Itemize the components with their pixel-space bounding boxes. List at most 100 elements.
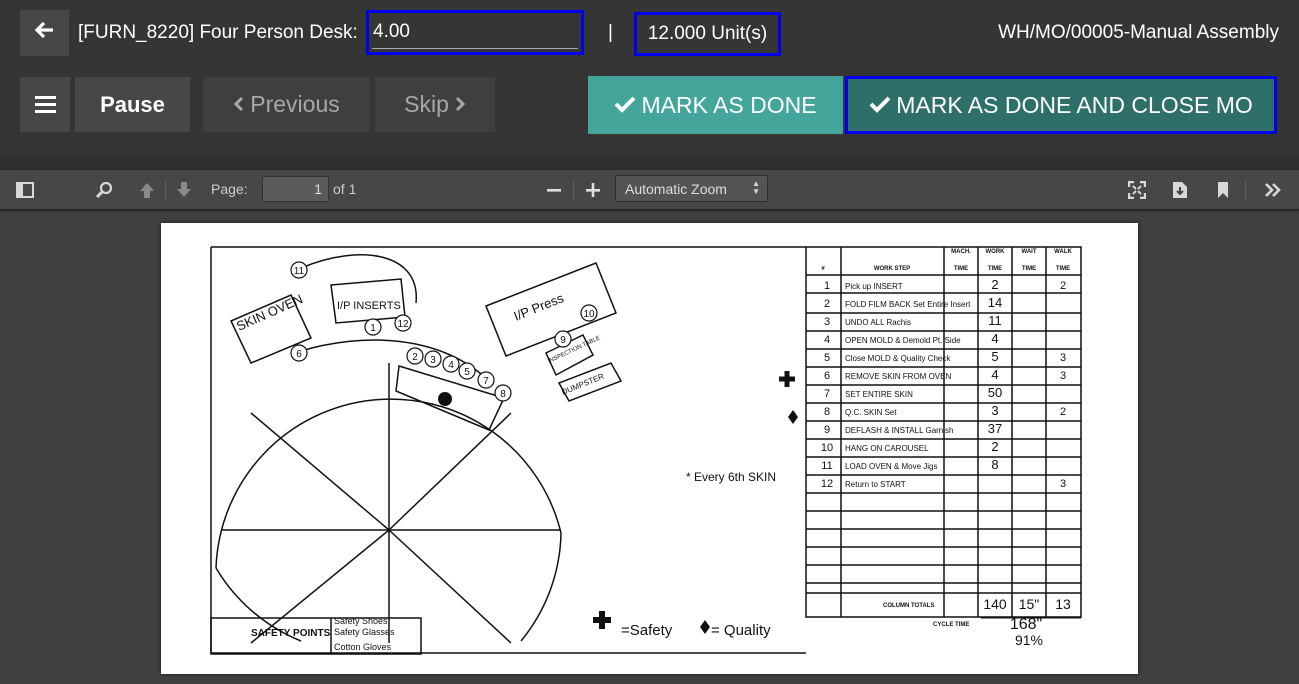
ip-inserts-label: I/P INSERTS <box>337 300 401 312</box>
check-icon <box>614 92 636 119</box>
menu-button[interactable] <box>20 77 70 132</box>
svg-text:3: 3 <box>430 355 436 366</box>
zoom-in-icon[interactable] <box>582 179 604 201</box>
mark-as-done-and-close-label: MARK AS DONE AND CLOSE MO <box>896 91 1253 118</box>
step-description: SET ENTIRE SKIN <box>845 390 913 399</box>
mark-as-done-and-close-button[interactable]: MARK AS DONE AND CLOSE MO <box>845 76 1277 134</box>
step-number: 1 <box>824 280 830 292</box>
mark-as-done-label: MARK AS DONE <box>641 91 817 118</box>
svg-text:8: 8 <box>500 389 506 400</box>
col-time-header: TIME <box>954 266 968 272</box>
work-order-title: [FURN_8220] Four Person Desk: <box>78 22 358 43</box>
next-page-icon[interactable] <box>173 179 195 201</box>
bookmark-icon[interactable] <box>1212 179 1234 201</box>
cycle-time-label: CYCLE TIME <box>933 622 969 628</box>
legend-safety: =Safety <box>621 622 673 639</box>
col-mach-header: MACH. <box>951 249 971 255</box>
toolbar-divider <box>573 180 574 200</box>
svg-text:9: 9 <box>560 335 566 346</box>
previous-label: Previous <box>250 91 340 117</box>
step-description: OPEN MOLD & Demold Pt. Side <box>845 336 961 345</box>
step-work-time: 14 <box>988 295 1002 310</box>
step-work-time: 4 <box>991 367 998 382</box>
step-work-time: 5 <box>991 349 998 364</box>
quantity-field-wrapper <box>366 10 584 55</box>
step-description: Return to START <box>845 480 906 489</box>
skip-button[interactable]: Skip <box>375 77 495 132</box>
sidebar-toggle-icon[interactable] <box>14 179 36 201</box>
skin-oven-label: SKIN OVEN <box>234 291 305 333</box>
step-description: DEFLASH & INSTALL Garnish <box>845 426 953 435</box>
page-count: of 1 <box>333 181 357 197</box>
total-work: 140 <box>983 596 1007 612</box>
toolbar-divider <box>165 180 166 200</box>
svg-text:12: 12 <box>397 319 409 330</box>
previous-button[interactable]: Previous <box>203 77 370 132</box>
safety-points-label: SAFETY POINTS <box>251 628 331 639</box>
pdf-toolbar: Page: of 1 Automatic Zoom ▲▼ <box>0 170 1299 210</box>
col-time-header: TIME <box>988 266 1002 272</box>
chevron-right-icon <box>455 91 466 118</box>
svg-text:6: 6 <box>296 349 302 360</box>
cycle-time-value: 168" <box>1010 616 1042 633</box>
back-button[interactable] <box>20 10 69 56</box>
safety-item-3: Cotton Gloves <box>334 642 392 652</box>
zoom-out-icon[interactable] <box>543 179 565 201</box>
pause-button[interactable]: Pause <box>75 77 190 132</box>
step-number: 4 <box>824 334 830 346</box>
svg-text:10: 10 <box>583 309 595 320</box>
step-number: 3 <box>824 316 830 328</box>
step-description: Pick up INSERT <box>845 282 903 291</box>
step-work-time: 8 <box>991 457 998 472</box>
page-number-input[interactable] <box>262 176 329 202</box>
check-icon <box>869 92 891 119</box>
double-chevron-right-icon[interactable] <box>1262 179 1284 201</box>
safety-item-2: Safety Glasses <box>334 627 395 637</box>
search-icon[interactable] <box>94 179 116 201</box>
step-number: 6 <box>824 370 830 382</box>
svg-text:1: 1 <box>370 323 376 334</box>
step-work-time: 4 <box>991 331 998 346</box>
zoom-select[interactable]: Automatic Zoom ▲ ▼ <box>615 175 768 202</box>
step-description: Q.C. SKIN Set <box>845 408 897 417</box>
mo-reference: WH/MO/00005-Manual Assembly <box>998 22 1279 43</box>
step-walk-time: 3 <box>1060 370 1066 382</box>
cycle-percent: 91% <box>1015 632 1043 648</box>
step-description: LOAD OVEN & Move Jigs <box>845 462 937 471</box>
quality-diamond-icon <box>788 410 798 424</box>
download-icon[interactable] <box>1169 179 1191 201</box>
col-num-header: # <box>821 266 825 272</box>
svg-text:7: 7 <box>483 376 489 387</box>
mark-as-done-button[interactable]: MARK AS DONE <box>588 76 843 134</box>
col-wait-header: WAIT <box>1022 249 1037 255</box>
safety-item-1: Safety Shoes <box>334 616 388 626</box>
pdf-page: 11 1 12 6 2 3 4 5 7 8 9 10 SKIN OVEN I/P… <box>161 223 1138 674</box>
presentation-mode-icon[interactable] <box>1126 179 1148 201</box>
col-work-step-header: WORK STEP <box>874 266 910 272</box>
page-label: Page: <box>211 181 248 197</box>
step-work-time: 50 <box>988 385 1002 400</box>
zoom-value: Automatic Zoom <box>625 180 727 197</box>
step-walk-time: 2 <box>1060 280 1066 292</box>
skip-label: Skip <box>404 91 449 117</box>
quality-diamond-icon <box>700 620 710 634</box>
step-walk-time: 2 <box>1060 406 1066 418</box>
ip-press-label: I/P Press <box>512 290 567 324</box>
step-number: 8 <box>824 406 830 418</box>
step-description: FOLD FILM BACK Set Entire Insert <box>845 300 971 309</box>
step-work-time: 37 <box>988 421 1002 436</box>
chevron-left-icon <box>233 91 244 118</box>
svg-text:2: 2 <box>412 352 418 363</box>
separator: | <box>608 22 613 43</box>
step-description: Close MOLD & Quality Check <box>845 354 951 363</box>
hamburger-icon <box>34 96 56 113</box>
step-number: 10 <box>821 442 833 454</box>
step-walk-time: 3 <box>1060 352 1066 364</box>
pdf-viewer: Page: of 1 Automatic Zoom ▲▼ <box>0 170 1299 684</box>
total-wait: 15" <box>1019 596 1040 612</box>
svg-text:4: 4 <box>448 360 454 371</box>
step-number: 11 <box>821 460 832 472</box>
quantity-input[interactable] <box>372 16 578 49</box>
previous-page-icon[interactable] <box>136 179 158 201</box>
step-number: 12 <box>821 478 833 490</box>
